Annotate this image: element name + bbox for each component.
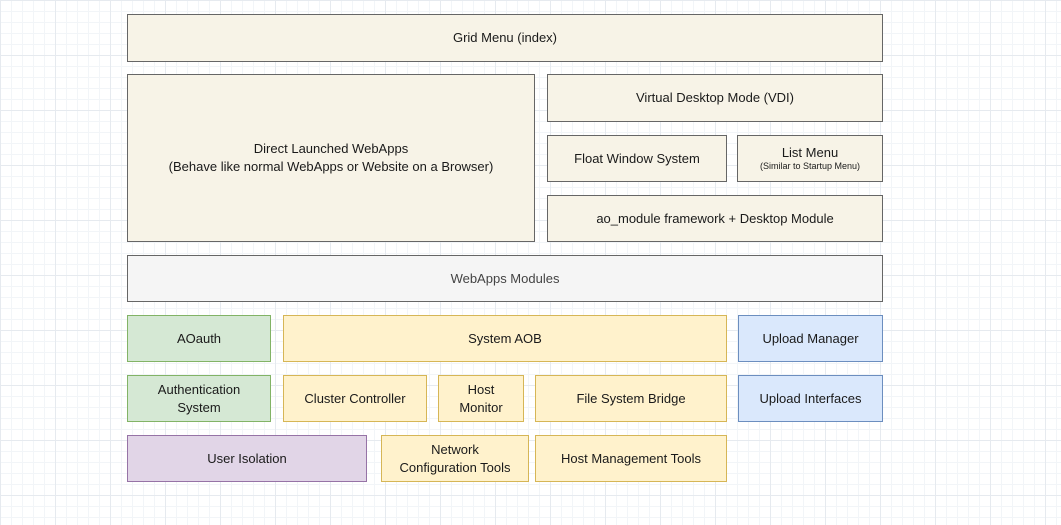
node-authentication-system: Authentication System	[127, 375, 271, 422]
node-upload-manager: Upload Manager	[738, 315, 883, 362]
node-label: Host Monitor	[459, 381, 502, 416]
node-label: User Isolation	[207, 450, 286, 468]
node-label: Network Configuration Tools	[399, 441, 510, 476]
node-label: Virtual Desktop Mode (VDI)	[636, 89, 794, 107]
node-host-monitor: Host Monitor	[438, 375, 524, 422]
node-webapps-modules: WebApps Modules	[127, 255, 883, 302]
node-virtual-desktop-mode: Virtual Desktop Mode (VDI)	[547, 74, 883, 122]
node-label: Upload Interfaces	[760, 390, 862, 408]
node-network-configuration-tools: Network Configuration Tools	[381, 435, 529, 482]
node-label: AOauth	[177, 330, 221, 348]
node-cluster-controller: Cluster Controller	[283, 375, 427, 422]
node-label: Float Window System	[574, 150, 700, 168]
node-label: Cluster Controller	[304, 390, 405, 408]
node-label: Host Management Tools	[561, 450, 701, 468]
node-label: System AOB	[468, 330, 542, 348]
node-host-management-tools: Host Management Tools	[535, 435, 727, 482]
node-file-system-bridge: File System Bridge	[535, 375, 727, 422]
node-aoauth: AOauth	[127, 315, 271, 362]
node-system-aob: System AOB	[283, 315, 727, 362]
node-grid-menu: Grid Menu (index)	[127, 14, 883, 62]
node-label: WebApps Modules	[451, 270, 560, 288]
node-label: Grid Menu (index)	[453, 29, 557, 47]
node-label: File System Bridge	[576, 390, 685, 408]
node-user-isolation: User Isolation	[127, 435, 367, 482]
node-label: List Menu	[782, 144, 838, 162]
node-sublabel: (Similar to Startup Menu)	[760, 161, 860, 173]
node-direct-launched-webapps: Direct Launched WebApps (Behave like nor…	[127, 74, 535, 242]
node-upload-interfaces: Upload Interfaces	[738, 375, 883, 422]
node-ao-module-framework: ao_module framework + Desktop Module	[547, 195, 883, 242]
node-float-window-system: Float Window System	[547, 135, 727, 182]
node-label: ao_module framework + Desktop Module	[596, 210, 833, 228]
node-label: Direct Launched WebApps (Behave like nor…	[169, 140, 494, 175]
diagram-canvas: Grid Menu (index) Direct Launched WebApps…	[0, 0, 1061, 525]
node-label: Authentication System	[158, 381, 240, 416]
node-list-menu: List Menu(Similar to Startup Menu)	[737, 135, 883, 182]
node-label: Upload Manager	[762, 330, 858, 348]
